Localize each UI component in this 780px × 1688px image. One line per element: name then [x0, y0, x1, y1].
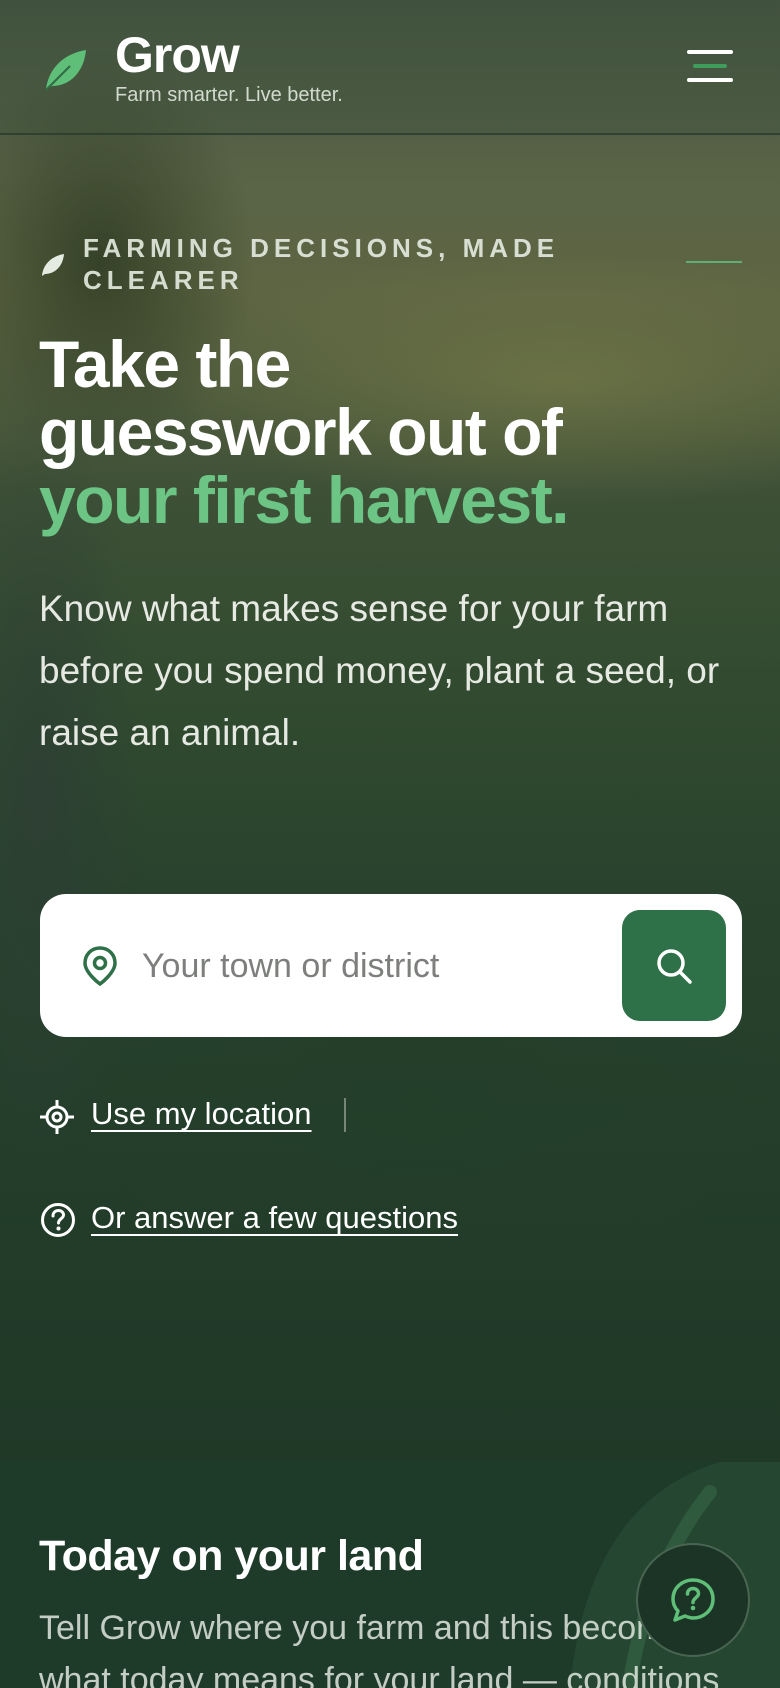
- leaf-logo-icon: [45, 50, 86, 91]
- crosshair-location-icon: [40, 1100, 74, 1134]
- headline-accent: your first harvest.: [39, 463, 570, 537]
- site-header: Grow Farm smarter. Live better.: [0, 0, 780, 135]
- headline-line-1: Take the: [39, 327, 291, 401]
- hamburger-menu-icon[interactable]: [683, 48, 733, 84]
- section-title: Today on your land: [39, 1532, 424, 1580]
- hero-headline: Take the guesswork out of your first har…: [39, 330, 739, 534]
- location-search-card: [40, 894, 742, 1037]
- leaf-icon: [42, 254, 64, 276]
- answer-questions-link[interactable]: Or answer a few questions: [91, 1200, 458, 1236]
- link-divider: [344, 1098, 346, 1132]
- section-description: Tell Grow where you farm and this become…: [39, 1609, 720, 1688]
- question-circle-icon: [41, 1203, 75, 1237]
- brand-name[interactable]: Grow: [115, 26, 240, 84]
- help-chat-button[interactable]: [636, 1543, 750, 1657]
- search-button[interactable]: [622, 910, 726, 1021]
- eyebrow-divider: [686, 261, 742, 263]
- chat-help-icon: [671, 1578, 715, 1622]
- brand-tagline: Farm smarter. Live better.: [115, 84, 343, 106]
- search-icon: [657, 948, 692, 984]
- use-my-location-link[interactable]: Use my location: [91, 1096, 312, 1132]
- hero-eyebrow: FARMING DECISIONS, MADE CLEARER: [83, 233, 560, 295]
- location-search-input[interactable]: [142, 934, 602, 998]
- headline-line-2: guesswork out of: [39, 395, 563, 469]
- hero-description: Know what makes sense for your farm befo…: [39, 588, 720, 753]
- map-pin-icon: [83, 946, 117, 986]
